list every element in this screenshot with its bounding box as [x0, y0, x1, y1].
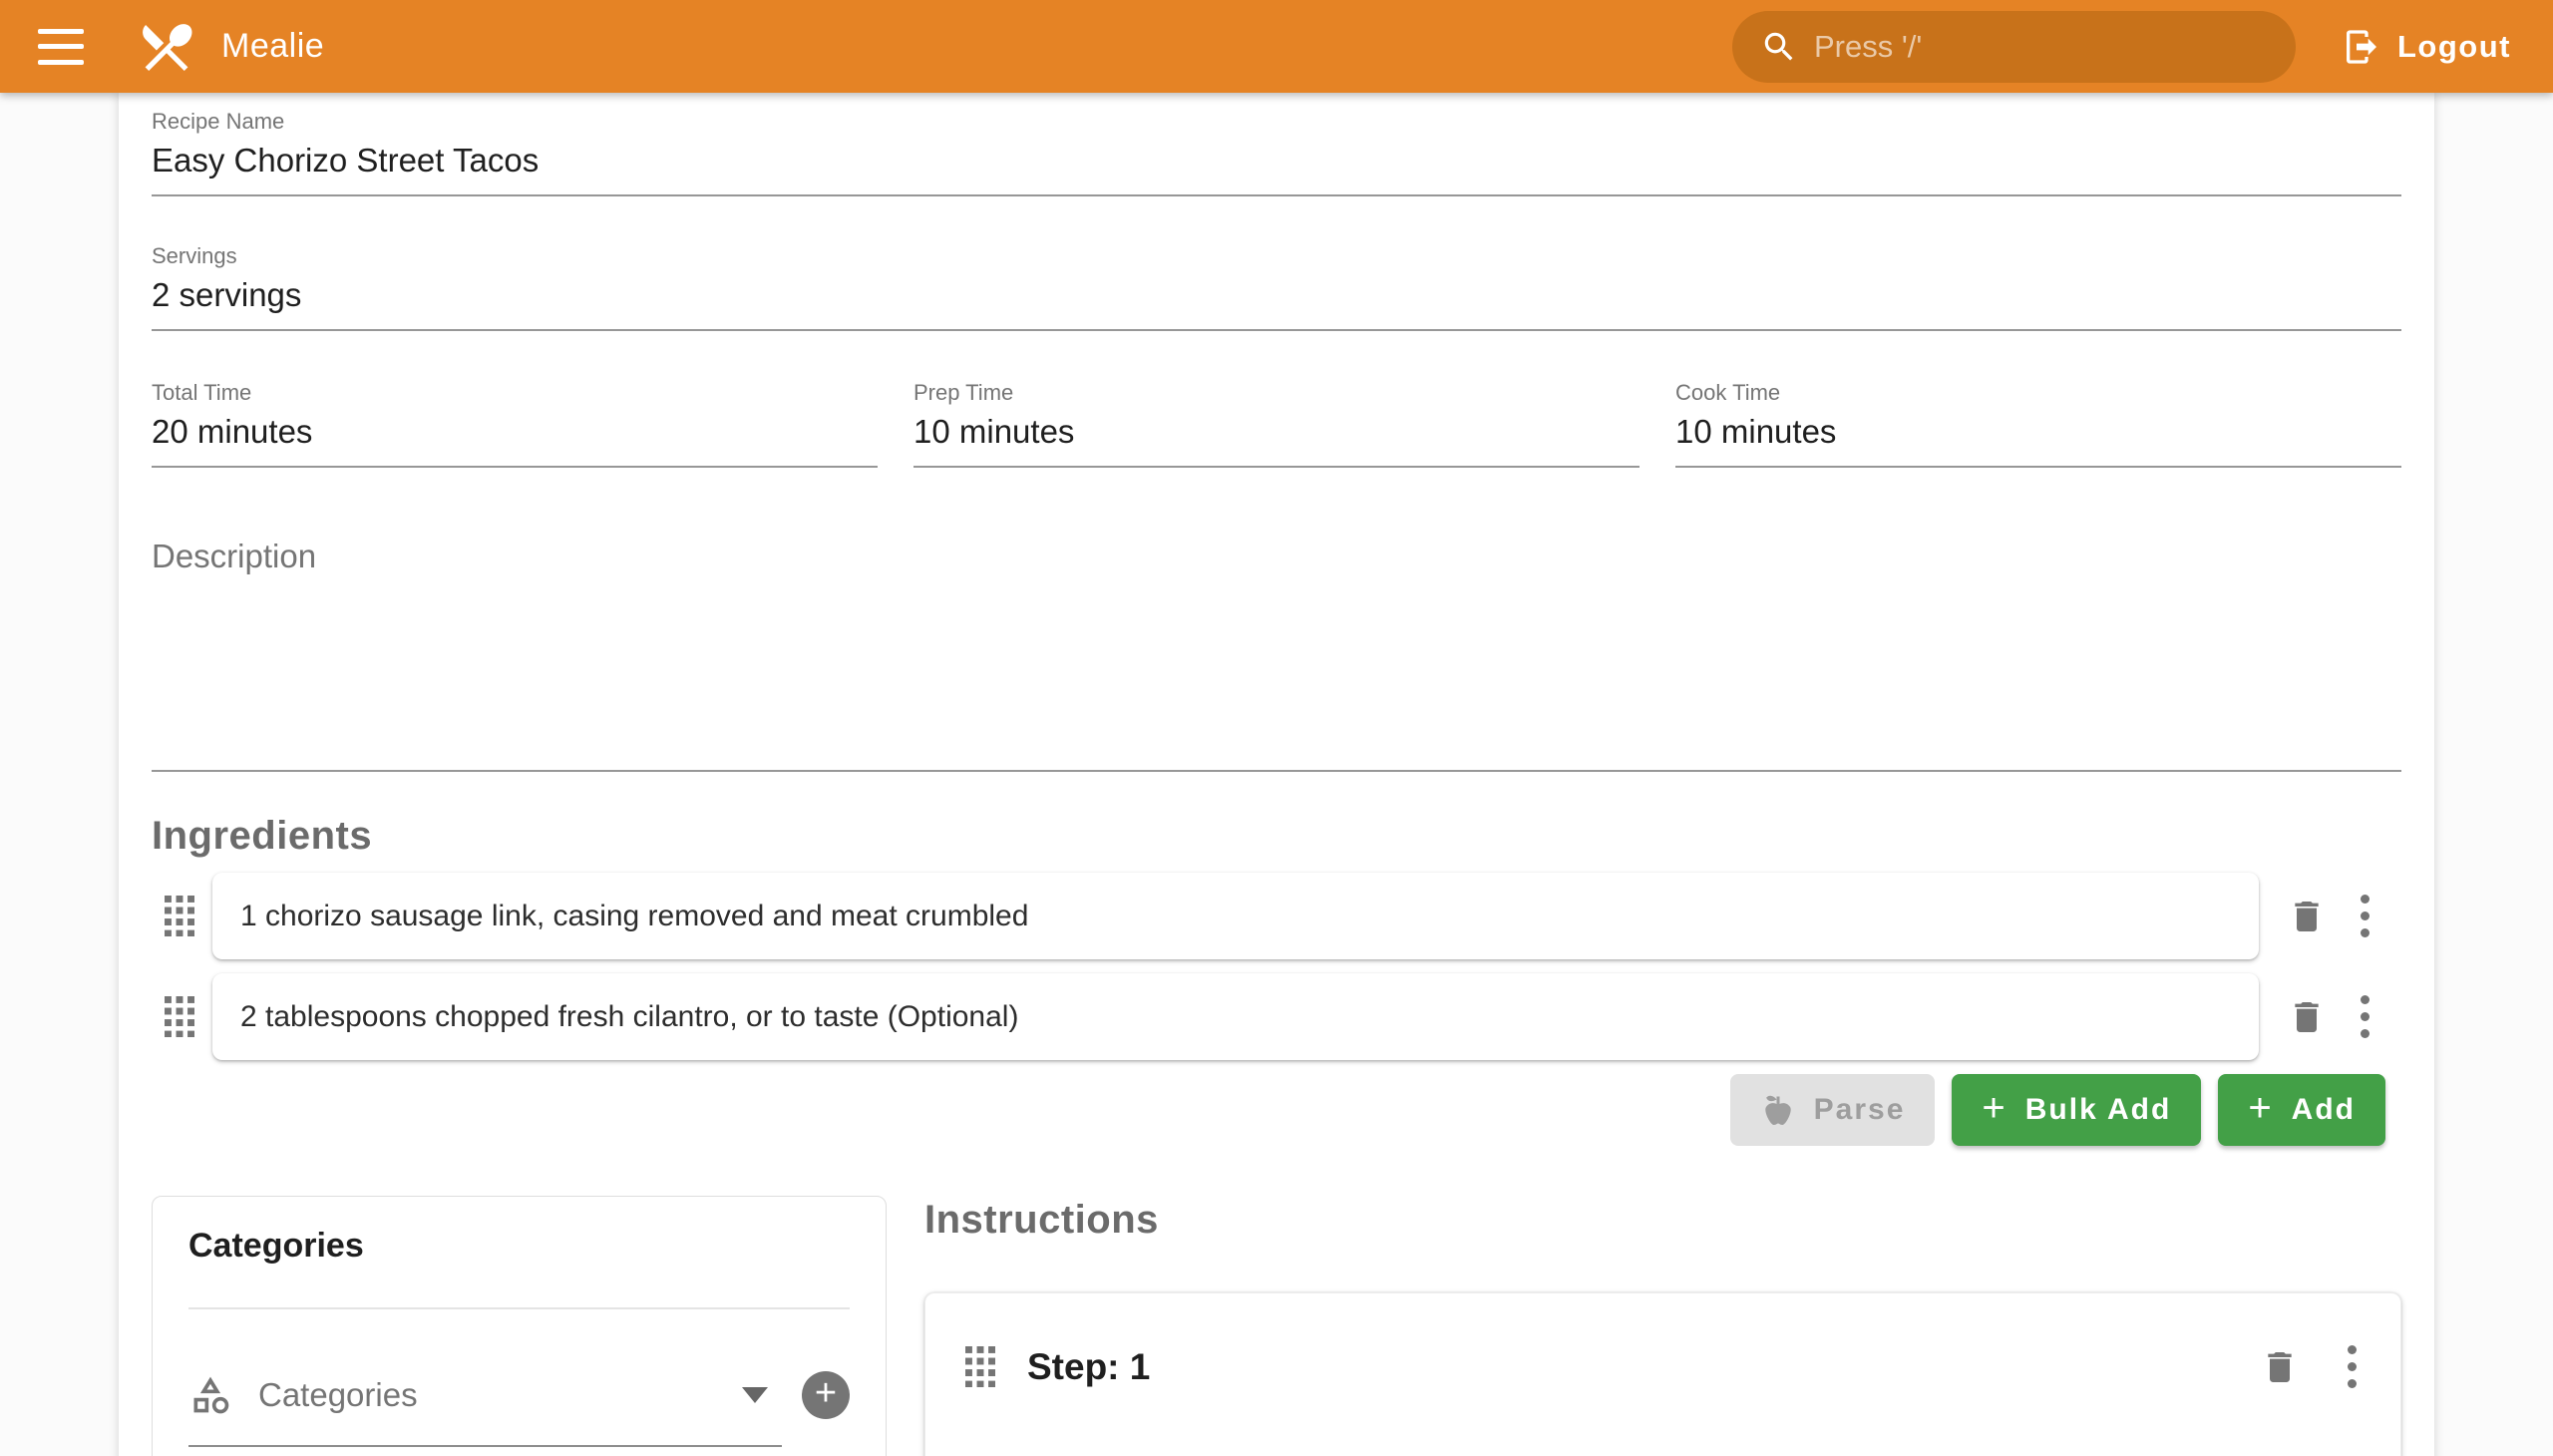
- categories-card: Categories Categories +: [152, 1196, 887, 1456]
- ingredient-input[interactable]: 1 chorizo sausage link, casing removed a…: [212, 873, 2259, 959]
- ingredients-heading: Ingredients: [152, 814, 2401, 859]
- description-label: Description: [152, 536, 2401, 575]
- add-ingredient-button[interactable]: + Add: [2218, 1074, 2385, 1146]
- parse-label: Parse: [1814, 1093, 1906, 1127]
- plus-icon: +: [1982, 1088, 2006, 1128]
- divider: [188, 1307, 850, 1309]
- recipe-edit-card: Recipe Name Easy Chorizo Street Tacos Se…: [119, 93, 2434, 1456]
- bulk-add-label: Bulk Add: [2025, 1093, 2172, 1127]
- recipe-name-value[interactable]: Easy Chorizo Street Tacos: [152, 141, 2401, 181]
- categories-select-label: Categories: [258, 1376, 742, 1414]
- shapes-icon: [188, 1373, 232, 1417]
- categories-select[interactable]: Categories +: [188, 1371, 850, 1423]
- drag-handle-icon[interactable]: [165, 996, 194, 1038]
- instructions-heading: Instructions: [924, 1198, 2401, 1243]
- logout-icon: [2342, 27, 2381, 67]
- parse-button[interactable]: Parse: [1730, 1074, 1936, 1146]
- total-time-label: Total Time: [152, 379, 878, 407]
- servings-field[interactable]: Servings 2 servings: [152, 242, 2401, 331]
- add-label: Add: [2292, 1093, 2356, 1127]
- logout-button[interactable]: Logout: [2336, 17, 2517, 77]
- instructions-section: Instructions Step: 1: [924, 1196, 2401, 1456]
- plus-icon: +: [2248, 1088, 2273, 1128]
- add-category-button[interactable]: +: [802, 1371, 850, 1419]
- bulk-add-button[interactable]: + Bulk Add: [1952, 1074, 2201, 1146]
- delete-ingredient-button[interactable]: [2287, 997, 2327, 1037]
- prep-time-label: Prep Time: [913, 379, 1640, 407]
- search-icon: [1760, 28, 1798, 66]
- ingredient-row: 2 tablespoons chopped fresh cilantro, or…: [152, 973, 2401, 1060]
- select-underline: [188, 1445, 782, 1447]
- apple-icon: [1760, 1092, 1796, 1128]
- ingredient-text: 2 tablespoons chopped fresh cilantro, or…: [240, 1000, 1018, 1034]
- ingredient-input[interactable]: 2 tablespoons chopped fresh cilantro, or…: [212, 973, 2259, 1060]
- hamburger-menu-icon[interactable]: [38, 29, 84, 65]
- times-row: Total Time 20 minutes Prep Time 10 minut…: [152, 379, 2401, 468]
- ingredient-buttons-row: Parse + Bulk Add + Add: [152, 1074, 2401, 1146]
- drag-handle-icon[interactable]: [165, 896, 194, 937]
- app-bar: Mealie Logout: [0, 0, 2553, 93]
- step-menu-button[interactable]: [2344, 1341, 2361, 1392]
- servings-label: Servings: [152, 242, 2401, 270]
- total-time-field[interactable]: Total Time 20 minutes: [152, 379, 878, 468]
- search-input[interactable]: [1732, 11, 2296, 83]
- cook-time-field[interactable]: Cook Time 10 minutes: [1675, 379, 2401, 468]
- trash-icon: [2287, 897, 2327, 936]
- recipe-name-field[interactable]: Recipe Name Easy Chorizo Street Tacos: [152, 100, 2401, 196]
- ingredient-menu-button[interactable]: [2357, 891, 2373, 941]
- trash-icon: [2260, 1347, 2300, 1387]
- app-title[interactable]: Mealie: [221, 27, 324, 66]
- prep-time-value[interactable]: 10 minutes: [913, 412, 1640, 452]
- step-header: Step: 1: [965, 1341, 2361, 1392]
- ingredient-actions: [2259, 991, 2401, 1042]
- step-actions: [2260, 1341, 2361, 1392]
- description-field[interactable]: Description: [152, 536, 2401, 772]
- instruction-step-card: Step: 1 Combine crumbled chorizo and chi…: [924, 1292, 2401, 1456]
- trash-icon: [2287, 997, 2327, 1037]
- ingredient-row: 1 chorizo sausage link, casing removed a…: [152, 873, 2401, 959]
- delete-ingredient-button[interactable]: [2287, 897, 2327, 936]
- drag-handle-icon[interactable]: [965, 1346, 995, 1388]
- lower-columns: Categories Categories + Instructions: [152, 1196, 2401, 1456]
- chevron-down-icon[interactable]: [742, 1387, 768, 1403]
- step-title: Step: 1: [1027, 1346, 2260, 1388]
- cook-time-label: Cook Time: [1675, 379, 2401, 407]
- search-bar[interactable]: [1732, 11, 2296, 83]
- ingredient-menu-button[interactable]: [2357, 991, 2373, 1042]
- ingredient-text: 1 chorizo sausage link, casing removed a…: [240, 900, 1028, 933]
- cook-time-value[interactable]: 10 minutes: [1675, 412, 2401, 452]
- mealie-silverware-logo-icon: [136, 16, 197, 78]
- ingredient-actions: [2259, 891, 2401, 941]
- delete-step-button[interactable]: [2260, 1347, 2300, 1387]
- servings-value[interactable]: 2 servings: [152, 275, 2401, 315]
- categories-title: Categories: [188, 1227, 850, 1266]
- prep-time-field[interactable]: Prep Time 10 minutes: [913, 379, 1640, 468]
- logout-label: Logout: [2397, 29, 2511, 65]
- total-time-value[interactable]: 20 minutes: [152, 412, 878, 452]
- recipe-name-label: Recipe Name: [152, 108, 2401, 136]
